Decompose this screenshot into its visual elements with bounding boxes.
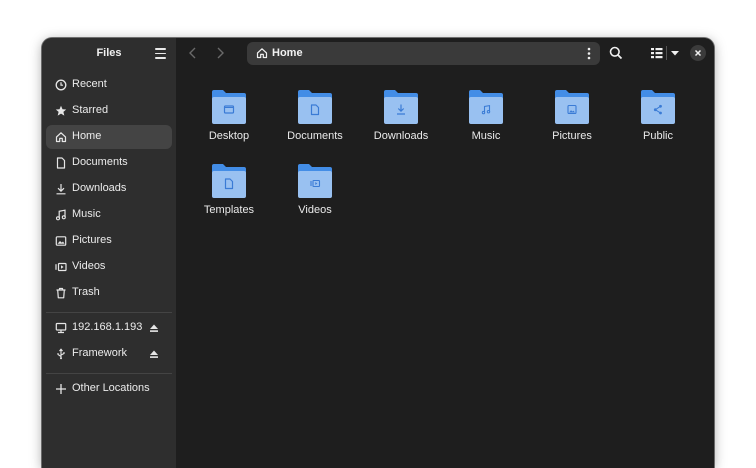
video-icon: [55, 262, 67, 272]
sidebar-item-label: 192.168.1.193: [72, 321, 143, 333]
path-label: Home: [272, 47, 303, 59]
downloads-folder-icon: [384, 90, 418, 124]
folder-label: Public: [643, 130, 673, 142]
home-icon: [256, 48, 268, 59]
public-folder-icon: [641, 90, 675, 124]
sidebar-divider: [46, 312, 172, 313]
download-icon: [56, 184, 66, 195]
sidebar-item-network-drive[interactable]: 192.168.1.193: [46, 316, 172, 340]
music-folder-icon: [469, 90, 503, 124]
close-icon: [694, 49, 702, 57]
folder-label: Desktop: [208, 130, 250, 142]
network-drive-icon: [55, 322, 67, 334]
star-icon: [55, 105, 67, 116]
location-bar[interactable]: Home: [247, 42, 600, 65]
sidebar-item-label: Framework: [72, 347, 128, 359]
sidebar-item-starred[interactable]: Starred: [46, 99, 172, 123]
sidebar-item-recent[interactable]: Recent: [46, 73, 172, 97]
hamburger-icon: [155, 48, 166, 50]
close-button[interactable]: [690, 45, 706, 61]
header-bar: Home: [176, 38, 714, 69]
documents-folder-icon: [298, 90, 332, 124]
sidebar-item-trash[interactable]: Trash: [46, 281, 172, 305]
sidebar-divider: [46, 373, 172, 374]
folder-label: Documents: [287, 130, 343, 142]
eject-icon[interactable]: [149, 323, 159, 333]
folder-item[interactable]: Pictures: [536, 88, 608, 152]
folder-label: Pictures: [552, 130, 592, 142]
more-options-icon[interactable]: [586, 47, 592, 60]
videos-folder-icon: [298, 164, 332, 198]
trash-icon: [56, 287, 66, 299]
sidebar-item-label: Videos: [72, 260, 106, 272]
music-icon: [55, 209, 66, 221]
view-options-button[interactable]: [669, 45, 681, 61]
usb-icon: [57, 348, 65, 360]
picture-icon: [55, 236, 67, 246]
folder-item[interactable]: Downloads: [365, 88, 437, 152]
pictures-folder-icon: [555, 90, 589, 124]
sidebar-item-videos[interactable]: Videos: [46, 255, 172, 279]
folder-item[interactable]: Desktop: [193, 88, 265, 152]
folder-label: Downloads: [373, 130, 429, 142]
list-view-button[interactable]: [650, 45, 664, 61]
search-icon: [609, 46, 620, 57]
sidebar-item-label: Downloads: [72, 182, 127, 194]
folder-item[interactable]: Videos: [279, 162, 351, 226]
sidebar-item-label: Trash: [72, 286, 100, 298]
eject-icon[interactable]: [149, 349, 159, 359]
chevron-left-icon: [189, 47, 196, 59]
folder-label: Music: [471, 130, 501, 142]
button-divider: [666, 46, 667, 60]
sidebar-item-music[interactable]: Music: [46, 203, 172, 227]
back-button[interactable]: [184, 45, 202, 61]
sidebar-item-downloads[interactable]: Downloads: [46, 177, 172, 201]
clock-icon: [55, 79, 67, 91]
sidebar-item-label: Recent: [72, 78, 107, 90]
home-icon: [55, 132, 67, 143]
templates-folder-icon: [212, 164, 246, 198]
content-area: Home Desktop Documents Downloads Music P…: [176, 38, 714, 468]
sidebar-item-documents[interactable]: Documents: [46, 151, 172, 175]
chevron-right-icon: [217, 47, 224, 59]
folder-item[interactable]: Templates: [193, 162, 265, 226]
sidebar-item-label: Other Locations: [72, 382, 150, 394]
sidebar-item-label: Music: [72, 208, 101, 220]
sidebar-item-label: Pictures: [72, 234, 112, 246]
document-icon: [56, 157, 66, 169]
sidebar-item-label: Home: [72, 130, 102, 142]
folder-item[interactable]: Public: [622, 88, 694, 152]
folder-label: Templates: [203, 204, 255, 216]
sidebar-item-home[interactable]: Home: [46, 125, 172, 149]
sidebar-item-label: Documents: [72, 156, 128, 168]
main-menu-button[interactable]: [155, 48, 166, 59]
sidebar-item-other-locations[interactable]: Other Locations: [46, 377, 172, 401]
dropdown-arrow-icon: [671, 51, 679, 56]
list-view-icon: [651, 48, 663, 59]
files-window: Files Recent Starred Home Documents Down…: [42, 38, 714, 468]
plus-icon: [56, 384, 66, 394]
sidebar-item-label: Starred: [72, 104, 109, 116]
folder-item[interactable]: Music: [450, 88, 522, 152]
search-button[interactable]: [608, 45, 624, 61]
sidebar: Files Recent Starred Home Documents Down…: [42, 38, 176, 468]
sidebar-item-framework[interactable]: Framework: [46, 342, 172, 366]
folder-item[interactable]: Documents: [279, 88, 351, 152]
forward-button[interactable]: [211, 45, 229, 61]
desktop-folder-icon: [212, 90, 246, 124]
sidebar-header: Files: [42, 38, 176, 69]
sidebar-item-pictures[interactable]: Pictures: [46, 229, 172, 253]
folder-label: Videos: [298, 204, 332, 216]
